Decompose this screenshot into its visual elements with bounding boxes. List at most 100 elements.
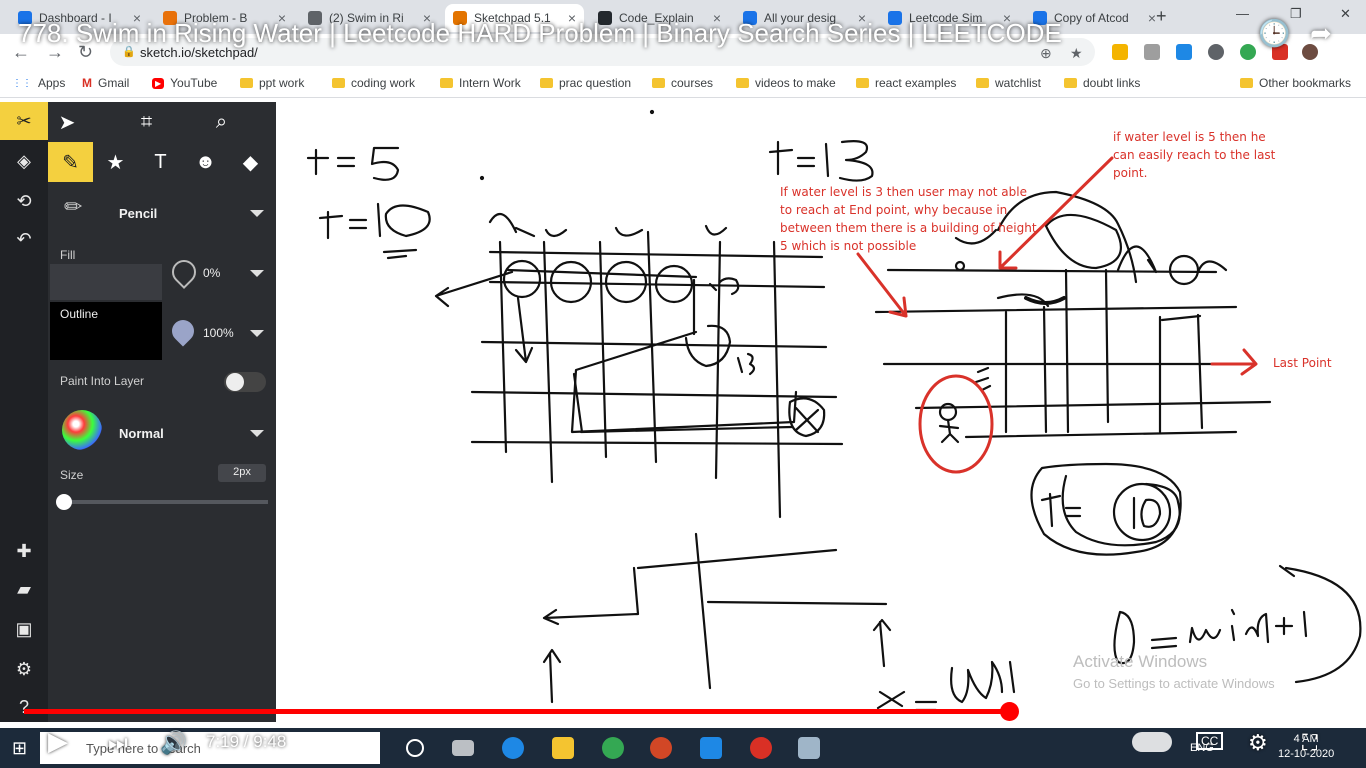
fill-opacity-icon xyxy=(167,255,201,289)
folder-icon xyxy=(856,78,869,88)
new-tab-button[interactable]: + xyxy=(1156,6,1167,27)
size-slider-handle[interactable] xyxy=(56,494,72,510)
bookmark-item[interactable]: M Gmail xyxy=(82,76,129,90)
folder-icon xyxy=(540,78,553,88)
tool-dropdown-icon[interactable] xyxy=(250,210,264,217)
extension-icon[interactable] xyxy=(1144,44,1160,60)
bookmark-item[interactable]: prac question xyxy=(540,76,631,90)
fill-label: Fill xyxy=(60,248,76,262)
blend-dropdown-icon[interactable] xyxy=(250,430,264,437)
size-label: Size xyxy=(60,468,84,482)
fill-dropdown-icon[interactable] xyxy=(250,270,264,277)
drawing-canvas[interactable]: if water level is 5 then he can easily r… xyxy=(276,102,1366,722)
folder-icon xyxy=(332,78,345,88)
bookmark-star-icon[interactable]: ★ xyxy=(1070,45,1083,62)
paint-into-layer-toggle[interactable] xyxy=(224,372,266,392)
color-wheel-icon[interactable] xyxy=(62,410,102,450)
folder-icon xyxy=(1064,78,1077,88)
activate-windows-subtitle: Go to Settings to activate Windows xyxy=(1073,676,1275,691)
bookmark-label: ppt work xyxy=(259,76,305,90)
extension-icon[interactable] xyxy=(1208,44,1224,60)
settings-gear-icon[interactable]: ⚙ xyxy=(1248,730,1268,756)
watch-later-icon[interactable]: 🕒 xyxy=(1258,18,1292,52)
folder-icon xyxy=(976,78,989,88)
emoji-icon[interactable]: ☻ xyxy=(183,142,228,182)
bookmark-label: doubt links xyxy=(1083,76,1141,90)
bookmark-label: Apps xyxy=(38,76,66,90)
pencil-preview-icon: ✏ xyxy=(64,194,83,219)
video-progress-played xyxy=(24,709,1009,714)
size-slider[interactable] xyxy=(60,500,268,504)
outline-dropdown-icon[interactable] xyxy=(250,330,264,337)
gmail-icon: M xyxy=(82,76,92,90)
annotation-last-point: Last Point xyxy=(1273,356,1332,370)
fill-swatch[interactable] xyxy=(50,264,162,300)
bookmark-label: YouTube xyxy=(170,76,218,90)
paint-into-layer-label: Paint Into Layer xyxy=(60,374,145,388)
bookmark-label: react examples xyxy=(875,76,957,90)
bookmark-item[interactable]: coding work xyxy=(332,76,415,90)
youtube-icon: ▶ xyxy=(152,77,165,89)
undo-icon[interactable]: ↶ xyxy=(0,220,48,258)
bookmark-item[interactable]: ⋮⋮ Apps xyxy=(12,76,65,90)
tab-close-icon[interactable]: × xyxy=(1148,10,1156,26)
outline-opacity-value[interactable]: 100% xyxy=(203,326,234,340)
settings-icon[interactable]: ⚙ xyxy=(0,650,48,688)
bookmark-item[interactable]: videos to make xyxy=(736,76,836,90)
play-icon[interactable]: ▶ xyxy=(48,726,68,757)
bookmark-item[interactable]: ppt work xyxy=(240,76,304,90)
bookmark-label: Other bookmarks xyxy=(1259,76,1352,90)
extension-icon[interactable] xyxy=(1240,44,1256,60)
bookmark-item[interactable]: react examples xyxy=(856,76,956,90)
fullscreen-icon[interactable]: ⛶ xyxy=(1302,730,1317,756)
bookmark-item[interactable]: courses xyxy=(652,76,713,90)
extension-icon[interactable] xyxy=(1176,44,1192,60)
bookmark-label: Gmail xyxy=(98,76,130,90)
save-icon[interactable]: ▣ xyxy=(0,610,48,648)
folder-icon xyxy=(652,78,665,88)
layers-icon[interactable]: ◈ xyxy=(0,142,48,180)
bookmark-item[interactable]: ▶ YouTube xyxy=(152,76,217,90)
select-arrow-icon[interactable]: ➤ xyxy=(48,102,86,142)
tool-name: Pencil xyxy=(119,206,158,221)
bookmark-item[interactable]: Other bookmarks xyxy=(1240,76,1351,90)
video-progress-bar[interactable] xyxy=(24,702,1342,721)
tab-label: Copy of Atcod xyxy=(1054,11,1129,25)
share-icon[interactable]: ➦ xyxy=(1310,18,1344,52)
tool-settings-panel: ➤ ⌗ ⌕ ✎ ★ T ☻ ◆ ✏ Pencil Fill 0% Outline… xyxy=(48,102,276,722)
bookmark-label: coding work xyxy=(351,76,416,90)
folder-open-icon[interactable]: ▰ xyxy=(0,570,48,608)
folder-icon xyxy=(736,78,749,88)
bookmark-item[interactable]: watchlist xyxy=(976,76,1041,90)
video-time: 7:19 / 9:48 xyxy=(206,732,287,751)
bookmark-item[interactable]: Intern Work xyxy=(440,76,521,90)
star-shape-icon[interactable]: ★ xyxy=(93,142,138,182)
extension-icon[interactable] xyxy=(1112,44,1128,60)
history-icon[interactable]: ⟲ xyxy=(0,182,48,220)
tool-row-bottom: ✎ ★ T ☻ ◆ xyxy=(48,142,276,182)
bookmark-label: courses xyxy=(671,76,714,90)
text-tool-icon[interactable]: T xyxy=(138,142,183,182)
volume-icon[interactable]: 🔊 xyxy=(160,730,187,756)
size-value[interactable]: 2px xyxy=(218,464,266,482)
fill-opacity-value[interactable]: 0% xyxy=(203,266,220,280)
blend-mode: Normal xyxy=(119,426,164,441)
annotation-water-5: if water level is 5 then he can easily r… xyxy=(1113,130,1276,180)
bookmark-label: videos to make xyxy=(755,76,836,90)
fill-bucket-icon[interactable]: ◆ xyxy=(228,142,273,182)
tools-icon[interactable]: ✂ xyxy=(0,102,48,140)
bookmarks-bar: ⋮⋮ Apps M Gmail ▶ YouTube ppt work coding work I… xyxy=(0,70,1366,98)
next-icon[interactable]: ⏭ xyxy=(108,730,128,756)
minimize-button[interactable]: — xyxy=(1236,6,1249,21)
add-icon[interactable]: ✚ xyxy=(0,532,48,570)
bookmark-label: prac question xyxy=(559,76,632,90)
crop-icon[interactable]: ⌗ xyxy=(124,102,169,142)
pencil-icon[interactable]: ✎ xyxy=(48,142,93,182)
bookmark-label: watchlist xyxy=(995,76,1042,90)
zoom-icon[interactable]: ⌕ xyxy=(199,102,244,142)
bookmark-item[interactable]: doubt links xyxy=(1064,76,1140,90)
folder-icon xyxy=(1240,78,1253,88)
autoplay-toggle[interactable] xyxy=(1132,732,1172,752)
annotation-water-3: If water level is 3 then user may not ab… xyxy=(780,185,1037,253)
captions-icon[interactable]: CC xyxy=(1196,732,1224,750)
